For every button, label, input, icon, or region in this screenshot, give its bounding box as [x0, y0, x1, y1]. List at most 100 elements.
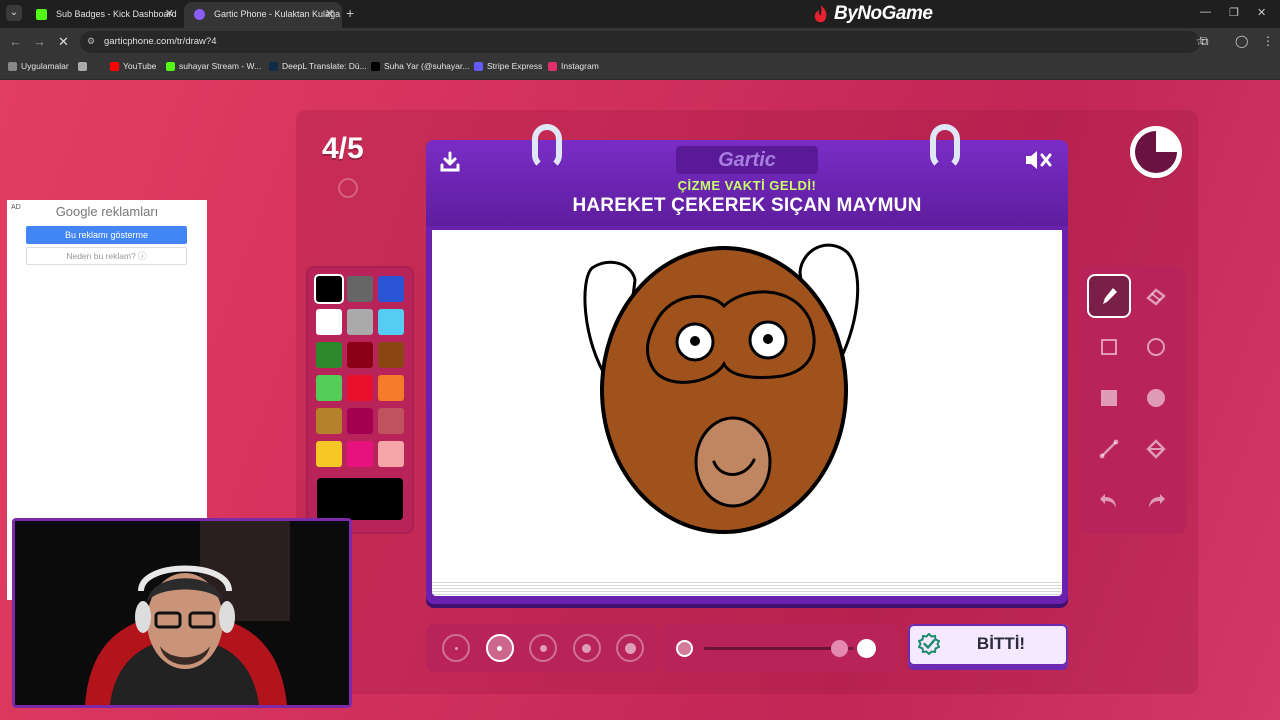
- tab-title: Gartic Phone - Kulaktan Kulağa: [214, 9, 341, 19]
- eraser-icon: [1146, 288, 1166, 306]
- deepl-icon: [269, 62, 278, 71]
- color-swatch[interactable]: [378, 441, 404, 467]
- browser-tabstrip: ⌄ Sub Badges - Kick Dashboard ✕ Gartic P…: [0, 0, 1280, 28]
- line-tool[interactable]: [1089, 429, 1129, 469]
- color-swatch[interactable]: [347, 375, 373, 401]
- color-swatch[interactable]: [347, 408, 373, 434]
- done-button[interactable]: BİTTİ!: [908, 624, 1068, 666]
- pen-icon: [1103, 288, 1117, 304]
- site-info-icon[interactable]: ⚙: [87, 36, 99, 48]
- stripe-icon: [474, 62, 483, 71]
- download-icon[interactable]: [438, 150, 462, 174]
- bynogame-logo: ByNoGame: [812, 2, 933, 26]
- ad-title: Google reklamları: [55, 204, 159, 219]
- notebook-pages: [432, 580, 1062, 596]
- streamer-webcam-image: [15, 521, 349, 705]
- bynogame-flame-icon: [814, 5, 827, 23]
- maximize-icon[interactable]: ❐: [1229, 6, 1239, 19]
- circle-outline-icon: [1147, 338, 1165, 356]
- bookmark-stripe[interactable]: Stripe Express: [474, 61, 542, 71]
- color-swatch[interactable]: [316, 309, 342, 335]
- tool-panel: [1080, 266, 1186, 534]
- rectangle-outline-icon: [1101, 339, 1117, 355]
- opacity-slider[interactable]: [662, 624, 898, 672]
- brush-size-option[interactable]: [616, 634, 644, 662]
- drawing-monkey: [583, 243, 860, 534]
- rectangle-fill-tool[interactable]: [1089, 378, 1129, 418]
- eraser-tool[interactable]: [1136, 276, 1176, 316]
- color-swatch[interactable]: [316, 408, 342, 434]
- address-bar[interactable]: ⚙ garticphone.com/tr/draw?4 ☆: [80, 31, 1206, 53]
- redo-tool[interactable]: [1136, 480, 1176, 520]
- browser-toolbar: ← → ✕ ⚙ garticphone.com/tr/draw?4 ☆ ⧉ ◯ …: [0, 28, 1280, 56]
- new-tab-icon[interactable]: +: [346, 5, 354, 21]
- bookmark-tiktok[interactable]: Suha Yar (@suhayar...: [371, 61, 469, 71]
- opacity-max-icon: [857, 639, 876, 658]
- color-swatch[interactable]: [316, 441, 342, 467]
- color-swatch[interactable]: [347, 441, 373, 467]
- back-icon[interactable]: ←: [9, 34, 22, 49]
- bookmark-label: suhayar Stream - W...: [179, 61, 262, 71]
- instagram-icon: [548, 62, 557, 71]
- forward-icon[interactable]: →: [33, 34, 46, 49]
- undo-icon: [1100, 494, 1116, 508]
- brush-size-option[interactable]: [442, 634, 470, 662]
- done-label: BİTTİ!: [976, 634, 1026, 653]
- close-tab-icon[interactable]: ✕: [165, 2, 174, 26]
- bookmark-label: Stripe Express: [487, 61, 543, 71]
- brush-size-dot: [454, 646, 458, 650]
- opacity-handle[interactable]: [831, 640, 848, 657]
- color-swatch[interactable]: [378, 408, 404, 434]
- profile-icon[interactable]: ◯: [1235, 34, 1248, 48]
- kick-icon: [36, 9, 47, 20]
- color-swatch[interactable]: [378, 375, 404, 401]
- why-this-ad-button[interactable]: Neden bu reklam? ⓘ: [26, 247, 187, 265]
- opacity-fill: [704, 647, 839, 650]
- color-swatch[interactable]: [378, 309, 404, 335]
- circle-outline-tool[interactable]: [1136, 327, 1176, 367]
- color-swatch[interactable]: [316, 276, 342, 302]
- minimize-icon[interactable]: —: [1200, 6, 1211, 18]
- rectangle-outline-tool[interactable]: [1089, 327, 1129, 367]
- mute-icon[interactable]: [1024, 148, 1056, 174]
- notebook-header: Gartic ÇİZME VAKTİ GELDİ! HAREKET ÇEKERE…: [426, 140, 1068, 226]
- close-window-icon[interactable]: ✕: [1257, 6, 1266, 19]
- tab-kick-dashboard[interactable]: Sub Badges - Kick Dashboard ✕: [26, 2, 182, 28]
- pen-tool[interactable]: [1089, 276, 1129, 316]
- color-swatch[interactable]: [378, 342, 404, 368]
- hide-ad-button[interactable]: Bu reklamı gösterme: [26, 226, 187, 244]
- color-swatch[interactable]: [316, 342, 342, 368]
- bookmark-label: YouTube: [123, 61, 157, 71]
- browser-menu-icon[interactable]: ⋮: [1262, 34, 1274, 48]
- drawing-canvas[interactable]: [432, 230, 1062, 580]
- grid-icon: [78, 62, 87, 71]
- bookmark-deepl[interactable]: DeepL Translate: Dü...: [269, 61, 367, 71]
- timer: [1130, 126, 1182, 178]
- color-swatch[interactable]: [347, 342, 373, 368]
- bookmark-label: DeepL Translate: Dü...: [282, 61, 367, 71]
- tab-search-icon[interactable]: ⌄: [6, 5, 22, 21]
- bookmark-instagram[interactable]: Instagram: [548, 61, 599, 71]
- bookmark-kick[interactable]: suhayar Stream - W...: [166, 61, 261, 71]
- color-swatch[interactable]: [347, 276, 373, 302]
- brush-size-option[interactable]: [572, 634, 601, 662]
- close-tab-icon[interactable]: ✕: [325, 2, 334, 26]
- bookmark-apps-grid[interactable]: Uygulamalar: [8, 61, 69, 71]
- bookmark-youtube[interactable]: YouTube: [110, 61, 156, 71]
- color-swatch[interactable]: [347, 309, 373, 335]
- circle-fill-tool[interactable]: [1136, 378, 1176, 418]
- bucket-tool[interactable]: [1136, 429, 1176, 469]
- brush-size-option[interactable]: [529, 634, 557, 662]
- brush-size-option[interactable]: [485, 634, 514, 662]
- apps-grid-icon: [8, 62, 17, 71]
- tab-gartic-phone[interactable]: Gartic Phone - Kulaktan Kulağa ✕: [184, 2, 342, 28]
- color-swatch[interactable]: [378, 276, 404, 302]
- gartic-logo: Gartic: [676, 146, 818, 174]
- color-swatch[interactable]: [316, 375, 342, 401]
- stop-loading-icon[interactable]: ✕: [58, 34, 69, 50]
- undo-tool[interactable]: [1089, 480, 1129, 520]
- color-palette: [306, 266, 414, 534]
- brush-size-dot: [497, 645, 502, 651]
- extensions-icon[interactable]: ⧉: [1200, 34, 1209, 49]
- opacity-min-icon: [676, 640, 693, 657]
